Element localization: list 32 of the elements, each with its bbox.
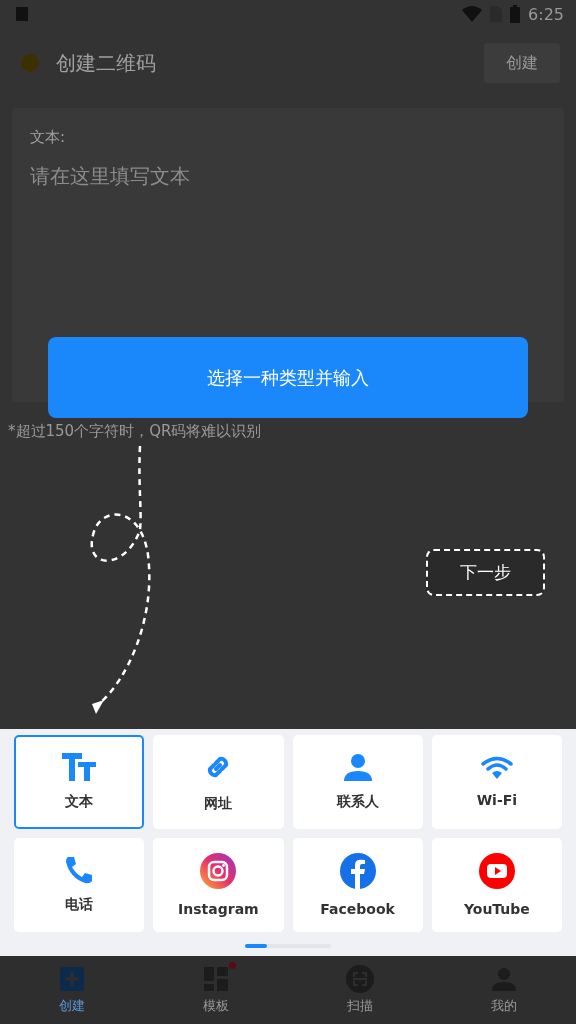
type-card[interactable]: 电话: [14, 838, 145, 932]
person-icon: [343, 753, 372, 781]
play-button-icon: [478, 853, 515, 889]
type-card[interactable]: 文本: [14, 735, 145, 829]
nav-tab[interactable]: 模板: [144, 956, 288, 1024]
type-card[interactable]: Instagram: [153, 838, 284, 932]
battery-icon: [510, 5, 521, 23]
type-card[interactable]: Facebook: [292, 838, 423, 932]
wifi-icon: [480, 756, 513, 780]
phone-icon: [65, 856, 94, 884]
wifi-icon: [462, 6, 483, 22]
facebook-icon: [339, 853, 376, 889]
text-format-icon: [62, 753, 97, 781]
type-card[interactable]: Wi-Fi: [431, 735, 562, 829]
nav-tab[interactable]: 创建: [0, 956, 144, 1024]
add-icon: [60, 967, 84, 991]
field-label: 文本:: [30, 128, 67, 147]
next-step-button[interactable]: 下一步: [426, 549, 545, 596]
create-button[interactable]: 创建: [484, 43, 560, 83]
type-card[interactable]: 联系人: [292, 735, 423, 829]
status-time: 6:25: [528, 4, 564, 24]
grid-icon: [204, 967, 228, 991]
instagram-icon: [200, 853, 237, 889]
type-card[interactable]: 网址: [153, 735, 284, 829]
app-logo-icon: [20, 53, 40, 73]
page-title: 创建二维码: [56, 49, 157, 77]
text-placeholder: 请在这里填写文本: [30, 163, 191, 190]
guide-tooltip: 选择一种类型并输入: [48, 337, 528, 418]
nav-tab[interactable]: 我的: [432, 956, 576, 1024]
nav-tab[interactable]: 扫描: [288, 956, 432, 1024]
type-card[interactable]: YouTube: [431, 838, 562, 932]
hint-text: *超过150个字符时，QR码将难以识别: [8, 422, 263, 441]
